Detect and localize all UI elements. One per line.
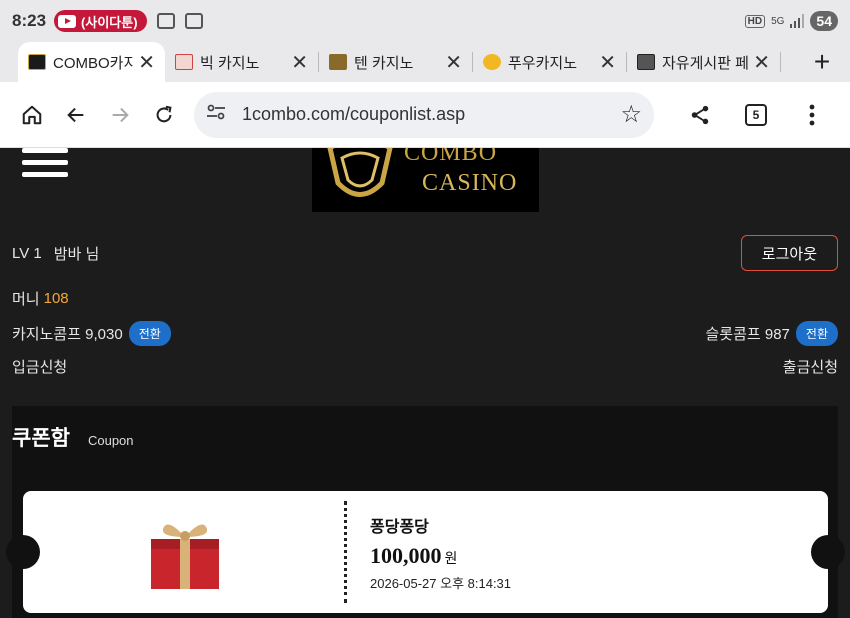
tab-big-casino[interactable]: 빅 카지노 ✕ xyxy=(165,42,318,82)
deposit-request-link[interactable]: 입금신청 xyxy=(12,356,67,377)
slot-comp-convert-button[interactable]: 전환 xyxy=(795,320,838,346)
battery-indicator: 54 xyxy=(810,11,838,31)
new-tab-button[interactable]: + xyxy=(794,42,850,82)
tab-switcher-button[interactable]: 5 xyxy=(734,93,778,137)
status-bar: 8:23 (사이다툰) HD 5G 54 xyxy=(0,0,850,42)
tab-count-icon: 5 xyxy=(745,103,767,126)
youtube-notification-pill[interactable]: (사이다툰) xyxy=(54,10,147,32)
close-icon[interactable]: ✕ xyxy=(753,50,770,75)
money-value: 108 xyxy=(43,289,69,307)
tab-strip: COMBO카지 ✕ 빅 카지노 ✕ 텐 카지노 ✕ 푸우카지노 ✕ 자유게시판 … xyxy=(0,42,850,82)
forward-arrow-icon xyxy=(112,107,129,122)
tab-title: 푸우카지노 xyxy=(508,54,578,72)
close-icon[interactable]: ✕ xyxy=(445,50,462,75)
home-button[interactable] xyxy=(10,93,54,137)
coupon-card[interactable]: 퐁당퐁당 100,000 원 2026-05-27 오후 8:14:31 xyxy=(6,491,845,613)
casino-comp-convert-button[interactable]: 전환 xyxy=(128,320,171,346)
network-icon: 5G xyxy=(771,15,785,27)
forward-button[interactable] xyxy=(98,93,142,137)
tab-title: 자유게시판 페 xyxy=(662,54,749,72)
reload-button[interactable] xyxy=(142,93,186,137)
coupon-title: 쿠폰함 xyxy=(12,427,70,450)
tab-pooh-casino[interactable]: 푸우카지노 ✕ xyxy=(473,42,626,82)
coupon-header: 쿠폰함 Coupon xyxy=(12,422,134,452)
status-time: 8:23 xyxy=(12,11,47,30)
browser-toolbar: 1combo.com/couponlist.asp ☆ 5 xyxy=(0,82,850,148)
tab-ten-casino[interactable]: 텐 카지노 ✕ xyxy=(319,42,472,82)
money-row: 머니 108 xyxy=(12,288,838,308)
slot-comp-label: 슬롯콤프 987 xyxy=(705,325,790,343)
hd-icon: HD xyxy=(744,14,766,28)
logout-button[interactable]: 로그아웃 xyxy=(740,235,838,271)
close-icon[interactable]: ✕ xyxy=(599,50,616,75)
gift-box-icon xyxy=(151,524,219,589)
more-vertical-icon xyxy=(809,104,815,125)
combo-favicon-icon xyxy=(28,54,46,70)
youtube-icon xyxy=(58,14,77,28)
tab-free-board[interactable]: 자유게시판 페 ✕ xyxy=(627,42,780,82)
logo-crest-icon xyxy=(327,148,393,197)
toolbar-right: 5 xyxy=(678,93,834,137)
url-text[interactable]: 1combo.com/couponlist.asp xyxy=(242,104,612,125)
user-level-row: LV 1 밤바 님 로그아웃 xyxy=(12,235,838,271)
tab-title: 빅 카지노 xyxy=(200,54,260,72)
share-button[interactable] xyxy=(678,93,722,137)
tab-divider xyxy=(780,52,781,72)
user-name: 밤바 님 xyxy=(53,245,100,263)
transaction-row: 입금신청 출금신청 xyxy=(12,356,838,376)
back-arrow-icon xyxy=(67,107,84,122)
screenshot-icon xyxy=(184,13,203,29)
close-icon[interactable]: ✕ xyxy=(291,50,308,75)
casino-comp-label: 카지노콤프 9,030 xyxy=(12,325,123,343)
bookmark-star-icon[interactable]: ☆ xyxy=(620,100,642,129)
user-level: LV 1 xyxy=(12,244,42,262)
share-icon xyxy=(691,105,709,124)
back-button[interactable] xyxy=(54,93,98,137)
logo-text-casino: CASINO xyxy=(422,170,518,196)
webtoon-icon xyxy=(156,13,175,29)
coupon-date: 2026-05-27 오후 8:14:31 xyxy=(370,576,512,591)
tab-combo[interactable]: COMBO카지 ✕ xyxy=(18,42,165,82)
coupon-amount-value: 100,000 xyxy=(370,543,442,568)
coupon-subtitle: Coupon xyxy=(87,433,134,448)
coupon-amount-unit: 원 xyxy=(444,550,458,566)
signal-icon xyxy=(790,14,805,28)
coupon-box: 쿠폰함 Coupon 퐁당퐁당 100,000 원 2026-05-27 오후 … xyxy=(6,406,845,618)
site-settings-icon[interactable] xyxy=(206,104,228,125)
home-icon xyxy=(22,105,42,124)
menu-button[interactable] xyxy=(790,93,834,137)
close-icon[interactable]: ✕ xyxy=(138,50,155,75)
tab-title: COMBO카지 xyxy=(53,54,135,72)
coupon-amount: 100,000 원 xyxy=(370,543,457,569)
ticket-notch-left xyxy=(6,535,40,569)
coupon-name: 퐁당퐁당 xyxy=(370,519,429,536)
logo-text-combo: COMBO xyxy=(404,148,498,166)
web-page: COMBO CASINO LV 1 밤바 님 로그아웃 머니 108 카지노콤프… xyxy=(0,148,850,618)
ticket-notch-right xyxy=(811,535,845,569)
withdraw-request-link[interactable]: 출금신청 xyxy=(783,356,838,377)
ten-casino-favicon-icon xyxy=(329,54,347,70)
slot-comp-group: 슬롯콤프 987 전환 xyxy=(705,320,838,346)
status-right: HD 5G 54 xyxy=(744,11,838,31)
board-favicon-icon xyxy=(637,54,655,70)
tab-title: 텐 카지노 xyxy=(354,54,414,72)
site-logo[interactable]: COMBO CASINO xyxy=(312,148,539,212)
hamburger-menu-button[interactable] xyxy=(22,148,68,184)
reload-icon xyxy=(156,105,172,122)
big-casino-favicon-icon xyxy=(175,54,193,70)
money-label: 머니 xyxy=(12,290,40,308)
address-bar[interactable]: 1combo.com/couponlist.asp ☆ xyxy=(194,91,654,138)
youtube-pill-label: (사이다툰) xyxy=(81,14,138,30)
pooh-favicon-icon xyxy=(483,54,501,70)
comp-row: 카지노콤프 9,030 전환 슬롯콤프 987 전환 xyxy=(12,320,838,346)
ticket-divider xyxy=(344,501,347,603)
